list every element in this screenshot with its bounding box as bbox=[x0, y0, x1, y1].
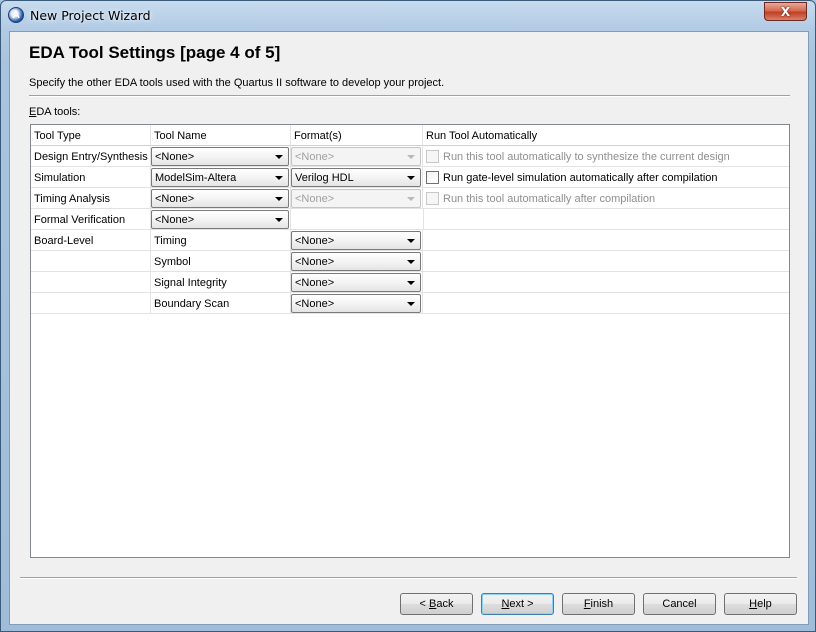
tool-type-cell-empty bbox=[31, 251, 151, 272]
page-title: EDA Tool Settings [page 4 of 5] bbox=[29, 43, 281, 62]
back-button[interactable]: < Back bbox=[400, 593, 473, 615]
checkbox-box[interactable] bbox=[426, 171, 439, 184]
format-cell: <None> bbox=[291, 146, 423, 167]
column-header-tool-type[interactable]: Tool Type bbox=[31, 125, 151, 146]
tool-name-cell: <None> bbox=[151, 188, 291, 209]
chevron-down-icon bbox=[407, 302, 415, 306]
format-dropdown[interactable]: <None> bbox=[291, 231, 421, 250]
tool-type-cell: Board-Level bbox=[31, 230, 151, 251]
format-dropdown[interactable]: Verilog HDL bbox=[291, 168, 421, 187]
checkbox-box bbox=[426, 150, 439, 163]
tool-type-cell-empty bbox=[31, 272, 151, 293]
tool-name-dropdown[interactable]: ModelSim-Altera bbox=[151, 168, 289, 187]
column-header-tool-name[interactable]: Tool Name bbox=[151, 125, 291, 146]
run-tool-cell-empty bbox=[423, 230, 789, 251]
cancel-button[interactable]: Cancel bbox=[643, 593, 716, 615]
run-tool-cell-empty bbox=[423, 272, 789, 293]
page-description: Specify the other EDA tools used with th… bbox=[29, 77, 445, 89]
format-cell: <None> bbox=[291, 188, 423, 209]
tool-name-cell: ModelSim-Altera bbox=[151, 167, 291, 188]
format-dropdown[interactable]: <None> bbox=[291, 252, 421, 271]
table-row: Signal Integrity <None> bbox=[31, 272, 789, 293]
chevron-down-icon bbox=[407, 239, 415, 243]
column-header-formats[interactable]: Format(s) bbox=[291, 125, 423, 146]
format-cell-empty bbox=[291, 209, 423, 230]
format-cell: <None> bbox=[291, 293, 423, 314]
tool-name-cell: <None> bbox=[151, 209, 291, 230]
run-tool-cell: Run this tool automatically after compil… bbox=[423, 188, 789, 209]
board-level-item-name: Symbol bbox=[151, 251, 291, 272]
format-cell: <None> bbox=[291, 272, 423, 293]
run-gate-level-simulation-checkbox[interactable]: Run gate-level simulation automatically … bbox=[426, 171, 718, 184]
format-dropdown: <None> bbox=[291, 189, 421, 208]
window-title: New Project Wizard bbox=[30, 8, 151, 23]
format-dropdown[interactable]: <None> bbox=[291, 273, 421, 292]
checkbox-box bbox=[426, 192, 439, 205]
table-row: Timing Analysis <None> <None> Run this t… bbox=[31, 188, 789, 209]
header-divider bbox=[29, 95, 790, 97]
tool-name-dropdown[interactable]: <None> bbox=[151, 147, 289, 166]
quartus-app-icon bbox=[8, 7, 24, 23]
run-tool-cell: Run this tool automatically to synthesiz… bbox=[423, 146, 789, 167]
run-automatically-checkbox: Run this tool automatically to synthesiz… bbox=[426, 150, 730, 163]
eda-tools-label: EDA tools: bbox=[29, 106, 81, 118]
chevron-down-icon bbox=[407, 281, 415, 285]
format-cell: <None> bbox=[291, 251, 423, 272]
tool-name-cell: <None> bbox=[151, 146, 291, 167]
chevron-down-icon bbox=[275, 197, 283, 201]
table-row: Simulation ModelSim-Altera Verilog HDL R… bbox=[31, 167, 789, 188]
table-row: Board-Level Timing <None> bbox=[31, 230, 789, 251]
format-dropdown: <None> bbox=[291, 147, 421, 166]
tool-name-dropdown[interactable]: <None> bbox=[151, 189, 289, 208]
close-button[interactable]: X bbox=[764, 2, 807, 21]
chevron-down-icon bbox=[407, 155, 415, 159]
table-header-row: Tool Type Tool Name Format(s) Run Tool A… bbox=[31, 125, 789, 146]
format-dropdown[interactable]: <None> bbox=[291, 294, 421, 313]
chevron-down-icon bbox=[275, 218, 283, 222]
tool-type-cell: Timing Analysis bbox=[31, 188, 151, 209]
column-header-run-tool-automatically[interactable]: Run Tool Automatically bbox=[423, 125, 789, 146]
help-button[interactable]: Help bbox=[724, 593, 797, 615]
run-tool-cell-empty bbox=[423, 209, 789, 230]
finish-button[interactable]: Finish bbox=[562, 593, 635, 615]
eda-tools-table: Tool Type Tool Name Format(s) Run Tool A… bbox=[30, 124, 790, 558]
chevron-down-icon bbox=[407, 176, 415, 180]
tool-type-cell: Simulation bbox=[31, 167, 151, 188]
format-cell: Verilog HDL bbox=[291, 167, 423, 188]
board-level-item-name: Boundary Scan bbox=[151, 293, 291, 314]
format-cell: <None> bbox=[291, 230, 423, 251]
board-level-item-name: Timing bbox=[151, 230, 291, 251]
tool-type-cell: Design Entry/Synthesis bbox=[31, 146, 151, 167]
chevron-down-icon bbox=[407, 197, 415, 201]
title-bar[interactable]: New Project Wizard X bbox=[1, 1, 815, 31]
run-tool-cell-empty bbox=[423, 293, 789, 314]
run-tool-cell-empty bbox=[423, 251, 789, 272]
chevron-down-icon bbox=[275, 155, 283, 159]
run-automatically-checkbox: Run this tool automatically after compil… bbox=[426, 192, 655, 205]
tool-type-cell-empty bbox=[31, 293, 151, 314]
footer-divider bbox=[20, 577, 797, 579]
table-row: Symbol <None> bbox=[31, 251, 789, 272]
chevron-down-icon bbox=[275, 176, 283, 180]
run-tool-cell: Run gate-level simulation automatically … bbox=[423, 167, 789, 188]
tool-name-dropdown[interactable]: <None> bbox=[151, 210, 289, 229]
table-row: Formal Verification <None> bbox=[31, 209, 789, 230]
next-button[interactable]: Next > bbox=[481, 593, 554, 615]
window-frame: New Project Wizard X EDA Tool Settings [… bbox=[0, 0, 816, 632]
close-icon: X bbox=[780, 4, 791, 19]
table-row: Boundary Scan <None> bbox=[31, 293, 789, 314]
chevron-down-icon bbox=[407, 260, 415, 264]
wizard-client-area: EDA Tool Settings [page 4 of 5] Specify … bbox=[9, 31, 809, 625]
table-row: Design Entry/Synthesis <None> <None> Run… bbox=[31, 146, 789, 167]
tool-type-cell: Formal Verification bbox=[31, 209, 151, 230]
board-level-item-name: Signal Integrity bbox=[151, 272, 291, 293]
